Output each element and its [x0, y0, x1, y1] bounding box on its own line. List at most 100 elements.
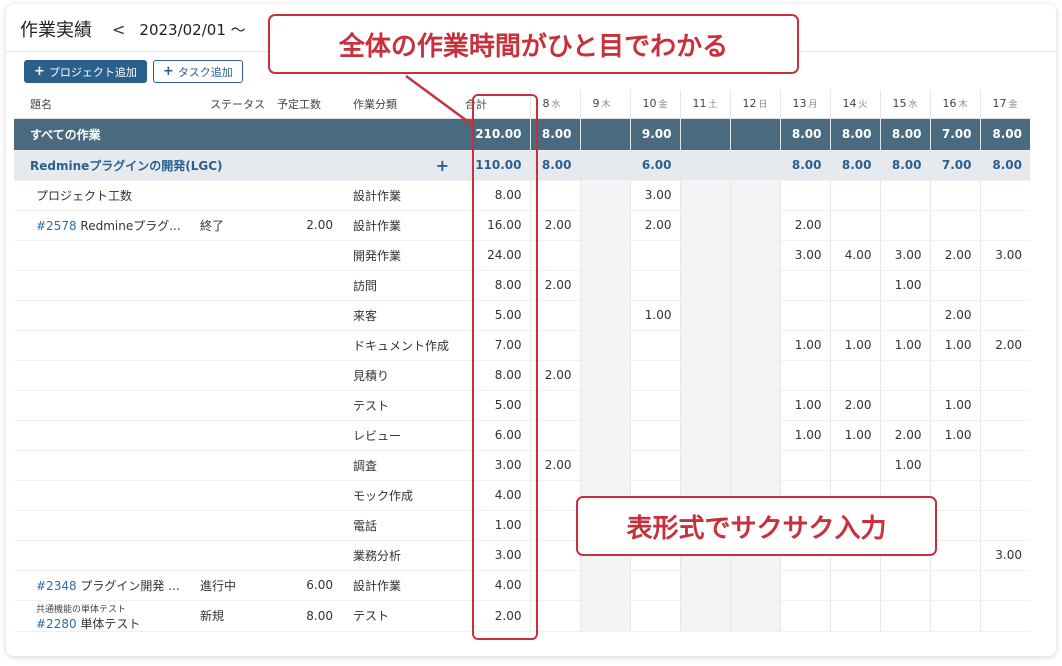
hours-cell[interactable] [579, 180, 630, 211]
hours-cell[interactable] [929, 180, 980, 211]
hours-cell[interactable] [729, 270, 780, 301]
hours-cell[interactable] [679, 420, 730, 451]
hours-cell[interactable]: 8.00 [779, 150, 830, 181]
project-name[interactable]: Redmineプラグインの開発(LGC) [14, 150, 341, 181]
hours-cell[interactable] [829, 450, 880, 481]
add-task-button[interactable]: + タスク追加 [152, 60, 243, 83]
hours-cell[interactable] [979, 390, 1030, 421]
hours-cell[interactable] [629, 390, 680, 421]
hours-cell[interactable]: 3.00 [879, 240, 930, 271]
hours-cell[interactable] [929, 600, 980, 632]
hours-cell[interactable]: 1.00 [879, 450, 930, 481]
hours-cell[interactable] [529, 480, 580, 511]
hours-cell[interactable] [779, 270, 830, 301]
hours-cell[interactable] [879, 180, 930, 211]
hours-cell[interactable] [579, 570, 630, 601]
hours-cell[interactable] [529, 420, 580, 451]
hours-cell[interactable] [529, 180, 580, 211]
hours-cell[interactable] [979, 570, 1030, 601]
hours-cell[interactable]: 2.00 [829, 390, 880, 421]
hours-cell[interactable] [679, 450, 730, 481]
hours-cell[interactable]: 7.00 [929, 118, 980, 151]
hours-cell[interactable]: 1.00 [879, 270, 930, 301]
hours-cell[interactable] [629, 270, 680, 301]
hours-cell[interactable] [779, 600, 830, 632]
hours-cell[interactable] [679, 240, 730, 271]
hours-cell[interactable] [929, 270, 980, 301]
issue-id-link[interactable]: #2280 [36, 617, 77, 631]
hours-cell[interactable] [579, 360, 630, 391]
hours-cell[interactable]: 3.00 [979, 540, 1030, 571]
hours-cell[interactable] [929, 570, 980, 601]
hours-cell[interactable] [829, 270, 880, 301]
hours-cell[interactable]: 1.00 [779, 420, 830, 451]
hours-cell[interactable] [879, 570, 930, 601]
hours-cell[interactable]: 6.00 [629, 150, 680, 181]
hours-cell[interactable] [779, 300, 830, 331]
hours-cell[interactable] [529, 540, 580, 571]
hours-cell[interactable] [579, 420, 630, 451]
hours-cell[interactable] [929, 210, 980, 241]
hours-cell[interactable] [729, 570, 780, 601]
hours-cell[interactable] [729, 330, 780, 361]
hours-cell[interactable] [629, 570, 680, 601]
hours-cell[interactable]: 2.00 [979, 330, 1030, 361]
date-range[interactable]: 2023/02/01 ～ [139, 19, 245, 40]
hours-cell[interactable] [529, 600, 580, 632]
hours-cell[interactable]: 2.00 [929, 240, 980, 271]
hours-cell[interactable] [829, 360, 880, 391]
hours-cell[interactable] [529, 570, 580, 601]
hours-cell[interactable]: 2.00 [629, 210, 680, 241]
hours-cell[interactable] [929, 480, 980, 511]
hours-cell[interactable] [729, 420, 780, 451]
hours-cell[interactable] [979, 360, 1030, 391]
hours-cell[interactable] [629, 240, 680, 271]
hours-cell[interactable]: 1.00 [629, 300, 680, 331]
hours-cell[interactable] [979, 450, 1030, 481]
hours-cell[interactable] [879, 600, 930, 632]
hours-cell[interactable] [579, 330, 630, 361]
hours-cell[interactable] [579, 270, 630, 301]
hours-cell[interactable] [979, 420, 1030, 451]
hours-cell[interactable] [679, 300, 730, 331]
hours-cell[interactable] [729, 118, 780, 151]
hours-cell[interactable] [579, 150, 630, 181]
hours-cell[interactable] [529, 510, 580, 541]
hours-cell[interactable] [979, 480, 1030, 511]
hours-cell[interactable]: 8.00 [829, 150, 880, 181]
hours-cell[interactable] [579, 390, 630, 421]
hours-cell[interactable]: 2.00 [929, 300, 980, 331]
hours-cell[interactable]: 3.00 [629, 180, 680, 211]
hours-cell[interactable] [779, 450, 830, 481]
hours-cell[interactable]: 1.00 [879, 330, 930, 361]
hours-cell[interactable] [879, 210, 930, 241]
hours-cell[interactable] [529, 240, 580, 271]
hours-cell[interactable]: 2.00 [879, 420, 930, 451]
hours-cell[interactable] [979, 270, 1030, 301]
hours-cell[interactable]: 8.00 [829, 118, 880, 151]
hours-cell[interactable] [829, 180, 880, 211]
hours-cell[interactable] [829, 600, 880, 632]
hours-cell[interactable] [579, 450, 630, 481]
hours-cell[interactable] [979, 180, 1030, 211]
hours-cell[interactable] [629, 450, 680, 481]
hours-cell[interactable]: 1.00 [779, 330, 830, 361]
hours-cell[interactable] [629, 420, 680, 451]
hours-cell[interactable] [779, 570, 830, 601]
hours-cell[interactable]: 1.00 [829, 420, 880, 451]
hours-cell[interactable] [929, 540, 980, 571]
hours-cell[interactable] [829, 210, 880, 241]
hours-cell[interactable] [629, 360, 680, 391]
hours-cell[interactable]: 1.00 [929, 420, 980, 451]
hours-cell[interactable] [929, 450, 980, 481]
task-title[interactable]: #2578 Redmineプラグ... [14, 210, 194, 241]
hours-cell[interactable]: 2.00 [779, 210, 830, 241]
hours-cell[interactable] [529, 300, 580, 331]
hours-cell[interactable] [779, 180, 830, 211]
hours-cell[interactable]: 1.00 [929, 390, 980, 421]
hours-cell[interactable]: 1.00 [779, 390, 830, 421]
hours-cell[interactable] [879, 390, 930, 421]
hours-cell[interactable]: 2.00 [529, 270, 580, 301]
hours-cell[interactable] [679, 118, 730, 151]
hours-cell[interactable] [579, 600, 630, 632]
